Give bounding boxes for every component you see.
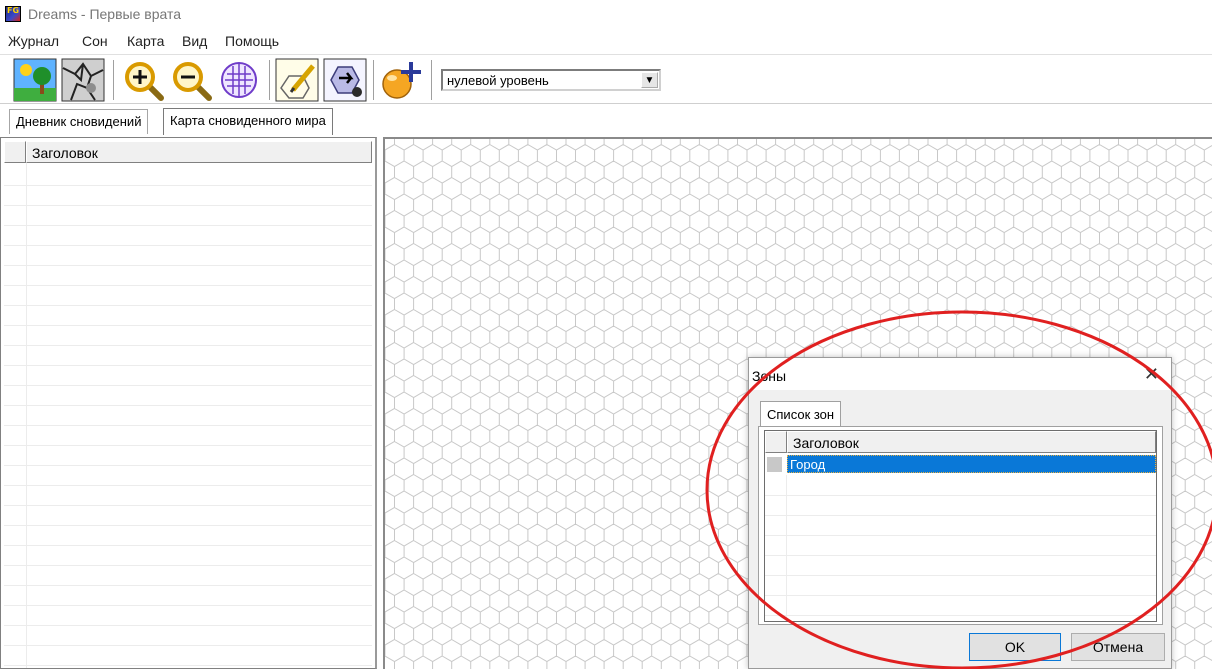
zones-dialog-title: Зоны (752, 368, 787, 384)
row-indicator-header (765, 431, 787, 453)
title-bar: FG Dreams - Первые врата (0, 0, 1212, 30)
landscape-icon (13, 58, 57, 102)
toolbar-separator (113, 60, 115, 100)
row-indicator-header (4, 141, 26, 163)
zone-name: Город (790, 457, 826, 472)
zoom-in-icon (125, 62, 164, 101)
edit-hex-button[interactable] (275, 58, 319, 102)
list-grid-line (4, 205, 372, 206)
menu-help[interactable]: Помощь (225, 33, 279, 49)
landscape-button[interactable] (13, 58, 57, 102)
zone-indicator-divider (786, 475, 787, 621)
list-indicator-divider (26, 163, 27, 668)
zone-cell-selected[interactable]: Город (787, 455, 1156, 473)
list-grid-line (4, 485, 372, 486)
window-title: Dreams - Первые врата (28, 6, 182, 22)
zone-list-grid: Заголовок Город (764, 430, 1157, 622)
list-grid-line (4, 405, 372, 406)
menu-journal[interactable]: Журнал (8, 33, 59, 49)
list-grid-line (4, 565, 372, 566)
zones-dialog: Зоны ✕ Список зон Заголовок Город OK Отм… (748, 357, 1172, 669)
zone-grid-line (765, 595, 1156, 596)
toolbar-separator (269, 60, 271, 100)
list-grid-line (4, 465, 372, 466)
list-grid-line (4, 365, 372, 366)
list-grid-line (4, 425, 372, 426)
add-sphere-icon (382, 62, 421, 99)
list-grid-line (4, 585, 372, 586)
dark-landscape-button[interactable] (61, 58, 105, 102)
list-grid-line (4, 185, 372, 186)
zone-grid-line (765, 535, 1156, 536)
zone-grid-line (765, 495, 1156, 496)
menu-bar: Журнал Сон Карта Вид Помощь (0, 30, 1212, 52)
list-grid-line (4, 305, 372, 306)
toolbar: нулевой уровень ▼ (0, 54, 1212, 104)
row-indicator (767, 457, 782, 472)
list-grid-line (4, 225, 372, 226)
zoom-out-button[interactable] (169, 58, 213, 102)
list-grid-line (4, 245, 372, 246)
zone-list-panel: Заголовок Город (758, 426, 1163, 625)
app-icon: FG (5, 6, 21, 22)
hex-move-button[interactable] (323, 58, 367, 102)
menu-map[interactable]: Карта (127, 33, 164, 49)
list-grid-line (4, 445, 372, 446)
journal-list-panel: Заголовок (0, 137, 377, 669)
list-grid-line (4, 645, 372, 646)
list-grid-line (4, 525, 372, 526)
list-grid-line (4, 325, 372, 326)
zones-dialog-titlebar: Зоны ✕ (749, 358, 1171, 390)
close-icon[interactable]: ✕ (1144, 364, 1159, 385)
zoom-in-button[interactable] (121, 58, 165, 102)
ok-button[interactable]: OK (969, 633, 1061, 661)
zone-column-header-label: Заголовок (793, 435, 859, 451)
list-grid-line (4, 285, 372, 286)
level-select-value: нулевой уровень (447, 73, 549, 88)
add-zone-button[interactable] (379, 58, 423, 102)
column-header-label: Заголовок (32, 145, 98, 161)
cracked-landscape-icon (61, 58, 105, 102)
hex-move-icon (323, 58, 367, 102)
toolbar-separator (431, 60, 433, 100)
hex-grid-icon (221, 62, 257, 98)
tab-dream-world-map[interactable]: Карта сновиденного мира (163, 108, 333, 135)
chevron-down-icon[interactable]: ▼ (641, 72, 658, 88)
level-select[interactable]: нулевой уровень ▼ (441, 69, 661, 91)
list-grid-line (4, 605, 372, 606)
list-header: Заголовок (4, 141, 372, 163)
column-header-title[interactable]: Заголовок (26, 141, 372, 163)
cancel-button[interactable]: Отмена (1071, 633, 1165, 661)
tab-zone-list[interactable]: Список зон (760, 401, 842, 427)
list-grid-line (4, 385, 372, 386)
zoom-out-icon (173, 62, 212, 101)
menu-view[interactable]: Вид (182, 33, 207, 49)
list-grid-line (4, 665, 372, 666)
list-grid-line (4, 545, 372, 546)
table-row[interactable]: Город (765, 455, 1156, 475)
list-grid-line (4, 345, 372, 346)
zone-grid-line (765, 515, 1156, 516)
hex-grid-button[interactable] (217, 58, 261, 102)
menu-dream[interactable]: Сон (82, 33, 108, 49)
list-grid-line (4, 625, 372, 626)
tab-dream-journal[interactable]: Дневник сновидений (9, 109, 149, 134)
zone-grid-line (765, 555, 1156, 556)
list-grid-line (4, 265, 372, 266)
toolbar-separator (373, 60, 375, 100)
edit-hex-icon (275, 58, 319, 102)
list-grid-line (4, 505, 372, 506)
zone-grid-line (765, 575, 1156, 576)
tab-strip: Дневник сновидений Карта сновиденного ми… (0, 105, 1212, 135)
zone-grid-line (765, 615, 1156, 616)
zone-column-header[interactable]: Заголовок (787, 431, 1156, 453)
